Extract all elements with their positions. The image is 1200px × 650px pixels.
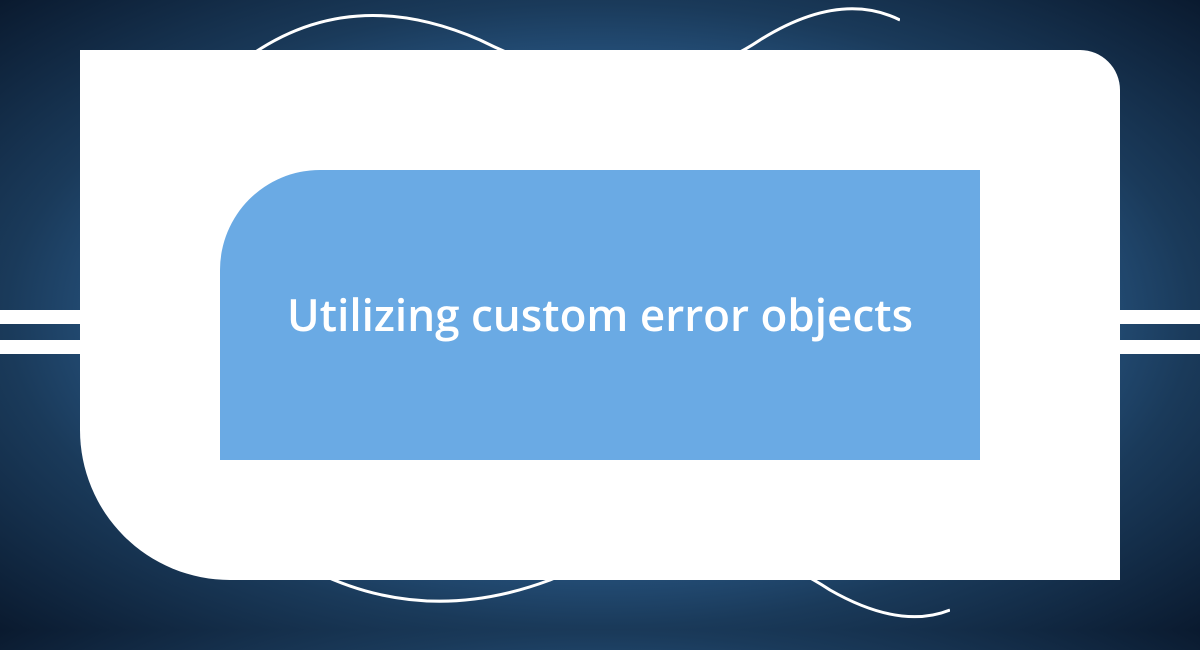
card-title: Utilizing custom error objects	[287, 286, 913, 343]
outer-card: Utilizing custom error objects	[80, 50, 1120, 580]
inner-card: Utilizing custom error objects	[220, 170, 980, 460]
